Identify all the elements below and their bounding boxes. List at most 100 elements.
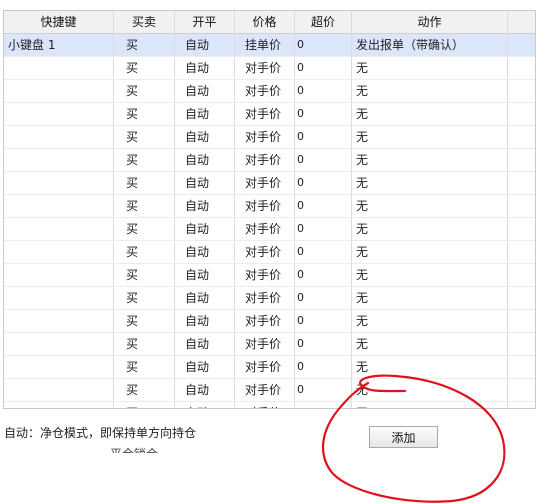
cell-over-price[interactable]: 0 (295, 287, 352, 309)
cell-direction[interactable]: 买 (114, 126, 175, 148)
cell-offset[interactable]: 自动 (175, 34, 235, 56)
cell-action[interactable]: 无 (352, 379, 508, 401)
cell-offset[interactable]: 自动 (175, 310, 235, 332)
cell-offset[interactable]: 自动 (175, 57, 235, 79)
cell-direction[interactable]: 买 (114, 172, 175, 194)
cell-offset[interactable]: 自动 (175, 218, 235, 240)
cell-hotkey[interactable] (4, 310, 114, 332)
cell-action[interactable]: 无 (352, 195, 508, 217)
cell-offset[interactable]: 自动 (175, 195, 235, 217)
table-row[interactable]: 买自动对手价0无 (4, 218, 535, 241)
cell-hotkey[interactable] (4, 80, 114, 102)
cell-hotkey[interactable] (4, 287, 114, 309)
cell-over-price[interactable]: 0 (295, 402, 352, 408)
table-row[interactable]: 买自动对手价0无 (4, 80, 535, 103)
cell-price[interactable]: 挂单价 (235, 34, 295, 56)
cell-hotkey[interactable] (4, 172, 114, 194)
table-row[interactable]: 买自动对手价0无 (4, 241, 535, 264)
cell-direction[interactable]: 买 (114, 103, 175, 125)
header-direction[interactable]: 买卖 (114, 11, 175, 33)
cell-price[interactable]: 对手价 (235, 149, 295, 171)
cell-over-price[interactable]: 0 (295, 103, 352, 125)
cell-price[interactable]: 对手价 (235, 195, 295, 217)
cell-over-price[interactable]: 0 (295, 218, 352, 240)
cell-direction[interactable]: 买 (114, 356, 175, 378)
cell-price[interactable]: 对手价 (235, 103, 295, 125)
cell-hotkey[interactable] (4, 195, 114, 217)
cell-offset[interactable]: 自动 (175, 126, 235, 148)
cell-action[interactable]: 发出报单（带确认） (352, 34, 508, 56)
cell-over-price[interactable]: 0 (295, 379, 352, 401)
cell-offset[interactable]: 自动 (175, 333, 235, 355)
table-row[interactable]: 买自动对手价0无 (4, 149, 535, 172)
cell-offset[interactable]: 自动 (175, 402, 235, 408)
header-over-price[interactable]: 超价 (295, 11, 352, 33)
cell-action[interactable]: 无 (352, 264, 508, 286)
cell-price[interactable]: 对手价 (235, 172, 295, 194)
cell-over-price[interactable]: 0 (295, 241, 352, 263)
header-hotkey[interactable]: 快捷键 (4, 11, 114, 33)
cell-offset[interactable]: 自动 (175, 80, 235, 102)
cell-over-price[interactable]: 0 (295, 172, 352, 194)
cell-over-price[interactable]: 0 (295, 195, 352, 217)
cell-hotkey[interactable] (4, 57, 114, 79)
table-row[interactable]: 买自动对手价0无 (4, 264, 535, 287)
cell-price[interactable]: 对手价 (235, 356, 295, 378)
cell-direction[interactable]: 买 (114, 310, 175, 332)
cell-hotkey[interactable] (4, 264, 114, 286)
cell-over-price[interactable]: 0 (295, 34, 352, 56)
cell-hotkey[interactable]: 小键盘 1 (4, 34, 114, 56)
cell-price[interactable]: 对手价 (235, 402, 295, 408)
cell-hotkey[interactable] (4, 379, 114, 401)
cell-price[interactable]: 对手价 (235, 57, 295, 79)
cell-over-price[interactable]: 0 (295, 80, 352, 102)
cell-direction[interactable]: 买 (114, 57, 175, 79)
cell-offset[interactable]: 自动 (175, 172, 235, 194)
cell-price[interactable]: 对手价 (235, 379, 295, 401)
cell-offset[interactable]: 自动 (175, 241, 235, 263)
cell-hotkey[interactable] (4, 218, 114, 240)
table-row[interactable]: 买自动对手价0无 (4, 379, 535, 402)
cell-offset[interactable]: 自动 (175, 379, 235, 401)
cell-over-price[interactable]: 0 (295, 356, 352, 378)
cell-offset[interactable]: 自动 (175, 103, 235, 125)
cell-action[interactable]: 无 (352, 57, 508, 79)
cell-action[interactable]: 无 (352, 149, 508, 171)
table-row[interactable]: 买自动对手价0无 (4, 356, 535, 379)
cell-direction[interactable]: 买 (114, 34, 175, 56)
table-row[interactable]: 买自动对手价0无 (4, 103, 535, 126)
cell-price[interactable]: 对手价 (235, 218, 295, 240)
cell-action[interactable]: 无 (352, 80, 508, 102)
cell-direction[interactable]: 买 (114, 80, 175, 102)
cell-over-price[interactable]: 0 (295, 264, 352, 286)
cell-offset[interactable]: 自动 (175, 149, 235, 171)
cell-offset[interactable]: 自动 (175, 287, 235, 309)
cell-price[interactable]: 对手价 (235, 126, 295, 148)
cell-direction[interactable]: 买 (114, 333, 175, 355)
table-row[interactable]: 买自动对手价0无 (4, 310, 535, 333)
cell-over-price[interactable]: 0 (295, 126, 352, 148)
cell-price[interactable]: 对手价 (235, 241, 295, 263)
header-price[interactable]: 价格 (235, 11, 295, 33)
table-row[interactable]: 买自动对手价0无 (4, 195, 535, 218)
cell-over-price[interactable]: 0 (295, 149, 352, 171)
cell-action[interactable]: 无 (352, 310, 508, 332)
cell-hotkey[interactable] (4, 333, 114, 355)
cell-direction[interactable]: 买 (114, 402, 175, 408)
cell-price[interactable]: 对手价 (235, 80, 295, 102)
cell-hotkey[interactable] (4, 103, 114, 125)
table-row[interactable]: 小键盘 1 买自动 挂单价 0 发出报单（带确认） (4, 34, 535, 57)
cell-hotkey[interactable] (4, 402, 114, 408)
cell-over-price[interactable]: 0 (295, 333, 352, 355)
cell-hotkey[interactable] (4, 356, 114, 378)
cell-hotkey[interactable] (4, 241, 114, 263)
cell-direction[interactable]: 买 (114, 379, 175, 401)
add-button[interactable]: 添加 (369, 426, 438, 448)
table-row[interactable]: 买自动对手价0无 (4, 402, 535, 408)
cell-action[interactable]: 无 (352, 126, 508, 148)
header-offset[interactable]: 开平 (175, 11, 235, 33)
cell-hotkey[interactable] (4, 149, 114, 171)
cell-direction[interactable]: 买 (114, 218, 175, 240)
table-row[interactable]: 买自动对手价0无 (4, 172, 535, 195)
table-row[interactable]: 买自动对手价0无 (4, 57, 535, 80)
